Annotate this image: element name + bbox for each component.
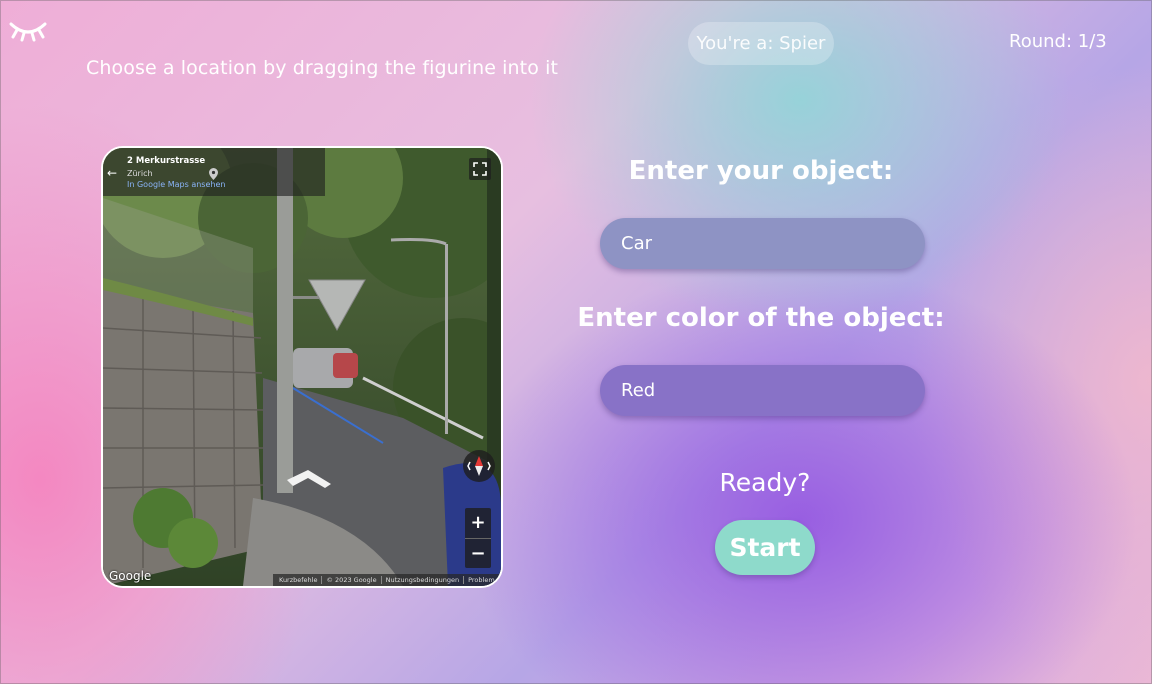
google-logo: Google — [109, 569, 152, 583]
map-footer: Kurzbefehle © 2023 Google Nutzungsbeding… — [273, 574, 501, 586]
footer-link[interactable]: Kurzbefehle — [275, 576, 323, 584]
fullscreen-icon[interactable] — [469, 158, 491, 180]
address-card: ← 2 Merkurstrasse Zürich In Google Maps … — [103, 148, 325, 196]
start-button[interactable]: Start — [715, 520, 815, 575]
round-counter: Round: 1/3 — [1009, 31, 1107, 52]
eye-closed-icon[interactable] — [9, 18, 47, 44]
zoom-out-button[interactable]: − — [465, 538, 491, 569]
instruction-text: Choose a location by dragging the figuri… — [86, 57, 559, 79]
color-label: Enter color of the object: — [577, 303, 945, 333]
object-input[interactable]: Car — [600, 218, 925, 269]
role-badge: You're a: Spier — [688, 22, 834, 65]
street-address: 2 Merkurstrasse — [127, 156, 206, 166]
zoom-in-button[interactable]: + — [465, 508, 491, 538]
compass-icon[interactable] — [463, 450, 495, 482]
street-view-image[interactable] — [103, 148, 501, 586]
object-label: Enter your object: — [628, 156, 894, 186]
zoom-control: + − — [465, 508, 491, 568]
color-input[interactable]: Red — [600, 365, 925, 416]
ready-text: Ready? — [719, 468, 811, 497]
street-view-panel[interactable]: ← 2 Merkurstrasse Zürich In Google Maps … — [101, 146, 503, 588]
google-maps-link[interactable]: In Google Maps ansehen — [127, 180, 225, 189]
city-name: Zürich — [127, 169, 153, 178]
back-arrow-icon[interactable]: ← — [107, 166, 117, 180]
footer-link[interactable]: Nutzungsbedingungen — [382, 576, 465, 584]
footer-link[interactable]: Problem melden — [464, 576, 501, 584]
footer-copyright: © 2023 Google — [322, 576, 382, 584]
map-pin-icon[interactable] — [209, 168, 218, 180]
